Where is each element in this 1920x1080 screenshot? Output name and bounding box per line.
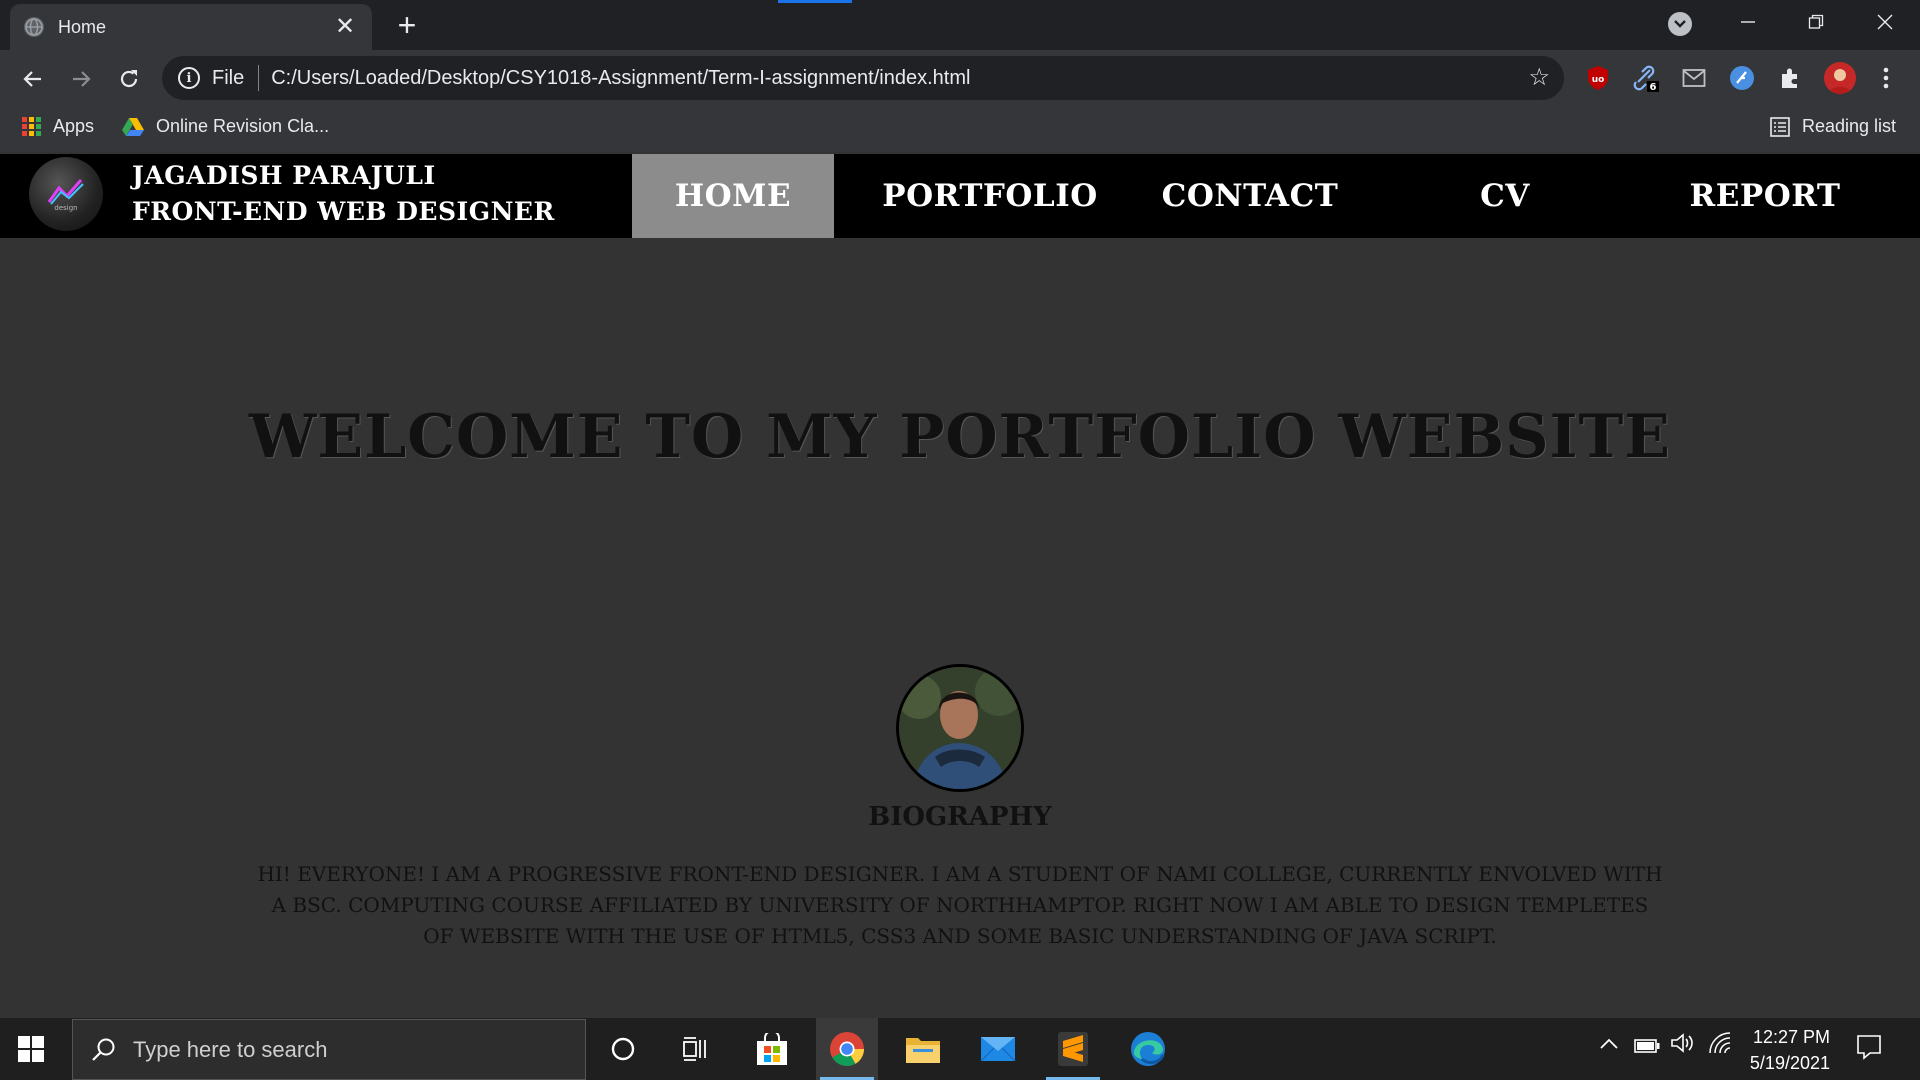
apps-grid-icon — [22, 117, 41, 136]
ublock-extension-icon[interactable]: uo — [1584, 64, 1612, 92]
nav-home[interactable]: HOME — [632, 154, 834, 238]
web-page: design JAGADISH PARAJULI FRONT-END WEB D… — [0, 152, 1920, 1018]
profile-avatar[interactable] — [1824, 62, 1856, 94]
nav-cv[interactable]: CV — [1400, 154, 1610, 238]
bookmark-star-icon[interactable]: ☆ — [1528, 66, 1550, 90]
tab-title: Home — [58, 16, 107, 37]
brand-role: FRONT-END WEB DESIGNER — [132, 197, 555, 226]
google-drive-icon — [122, 117, 144, 136]
link-extension-icon[interactable]: 6 — [1632, 64, 1660, 92]
extension-badge: 6 — [1650, 82, 1657, 92]
chrome-taskbar-icon[interactable] — [816, 1018, 878, 1080]
minimize-window-button[interactable] — [1720, 0, 1776, 44]
bookmarks-bar: Apps Online Revision Cla... Reading list — [0, 106, 1920, 152]
biography-heading: BIOGRAPHY — [868, 802, 1052, 832]
svg-text:design: design — [54, 204, 77, 212]
tab-strip: Home ✕ + — [0, 0, 1920, 50]
bookmark-label: Online Revision Cla... — [156, 116, 330, 136]
biography-text: Hi! Everyone! I am a progressive Front-e… — [257, 862, 1663, 948]
reload-icon[interactable] — [114, 64, 144, 94]
nav-contact[interactable]: CONTACT — [1140, 154, 1360, 238]
nav-portfolio[interactable]: PORTFOLIO — [880, 154, 1100, 238]
globe-icon — [24, 17, 44, 37]
taskbar-search-box[interactable]: Type here to search — [72, 1019, 586, 1080]
reading-list-button[interactable]: Reading list — [1770, 116, 1896, 137]
nav-report[interactable]: REPORT — [1660, 154, 1870, 238]
mail-app-icon[interactable] — [967, 1018, 1029, 1080]
clock-date: 5/19/2021 — [1749, 1053, 1830, 1073]
site-logo[interactable]: design — [29, 157, 103, 231]
taskbar-clock[interactable]: 12:27 PM 5/19/2021 — [1738, 1024, 1830, 1076]
address-bar[interactable]: i File C:/Users/Loaded/Desktop/CSY1018-A… — [162, 56, 1564, 100]
site-header: design JAGADISH PARAJULI FRONT-END WEB D… — [0, 154, 1920, 238]
show-hidden-icons-chevron-icon[interactable] — [1600, 1032, 1618, 1055]
file-explorer-icon[interactable] — [892, 1018, 954, 1080]
browser-toolbar: i File C:/Users/Loaded/Desktop/CSY1018-A… — [0, 50, 1920, 106]
restore-window-button[interactable] — [1788, 0, 1844, 44]
clock-time: 12:27 PM — [1752, 1027, 1830, 1047]
bookmark-apps[interactable]: Apps — [22, 116, 94, 137]
feather-extension-icon[interactable] — [1728, 64, 1756, 92]
reading-list-label: Reading list — [1802, 116, 1897, 136]
windows-taskbar: Type here to search 12:27 PM 5/19/2021 — [0, 1018, 1920, 1080]
address-url[interactable]: C:/Users/Loaded/Desktop/CSY1018-Assignme… — [271, 67, 970, 90]
new-tab-button[interactable]: + — [392, 9, 422, 41]
close-tab-icon[interactable]: ✕ — [332, 14, 358, 40]
mail-extension-icon[interactable] — [1680, 64, 1708, 92]
back-arrow-icon[interactable] — [18, 64, 48, 94]
forward-arrow-icon[interactable] — [66, 64, 96, 94]
cortana-icon[interactable] — [592, 1018, 654, 1080]
address-scheme-label: File — [212, 66, 245, 89]
reading-list-icon — [1770, 116, 1790, 137]
bookmark-label: Apps — [53, 116, 95, 136]
edge-browser-icon[interactable] — [1117, 1018, 1179, 1080]
windows-start-icon[interactable] — [18, 1036, 44, 1062]
notifications-icon[interactable] — [1856, 1034, 1882, 1066]
sublime-text-icon[interactable] — [1042, 1018, 1104, 1080]
profile-photo — [896, 664, 1024, 792]
microsoft-store-icon[interactable] — [741, 1018, 803, 1080]
welcome-heading: WELCOME TO MY PORTFOLIO WEBSITE — [248, 402, 1671, 472]
task-view-icon[interactable] — [665, 1018, 727, 1080]
extensions-puzzle-icon[interactable] — [1776, 64, 1804, 92]
browser-menu-icon[interactable] — [1872, 64, 1900, 92]
browser-tab[interactable]: Home ✕ — [10, 4, 372, 50]
battery-icon[interactable] — [1634, 1036, 1660, 1059]
volume-icon[interactable] — [1670, 1032, 1696, 1060]
search-placeholder: Type here to search — [133, 1036, 328, 1062]
search-icon — [92, 1038, 115, 1061]
svg-text:uo: uo — [1592, 75, 1605, 85]
close-window-button[interactable] — [1857, 0, 1913, 44]
network-icon[interactable] — [1708, 1032, 1732, 1060]
tab-search-icon[interactable] — [1668, 12, 1692, 36]
bookmark-online-revision[interactable]: Online Revision Cla... — [122, 116, 329, 137]
tab-loading-indicator — [778, 0, 852, 3]
address-divider — [258, 65, 260, 91]
site-info-icon[interactable]: i — [178, 67, 200, 89]
site-brand: JAGADISH PARAJULI FRONT-END WEB DESIGNER — [132, 158, 555, 230]
brand-name: JAGADISH PARAJULI — [132, 161, 436, 190]
